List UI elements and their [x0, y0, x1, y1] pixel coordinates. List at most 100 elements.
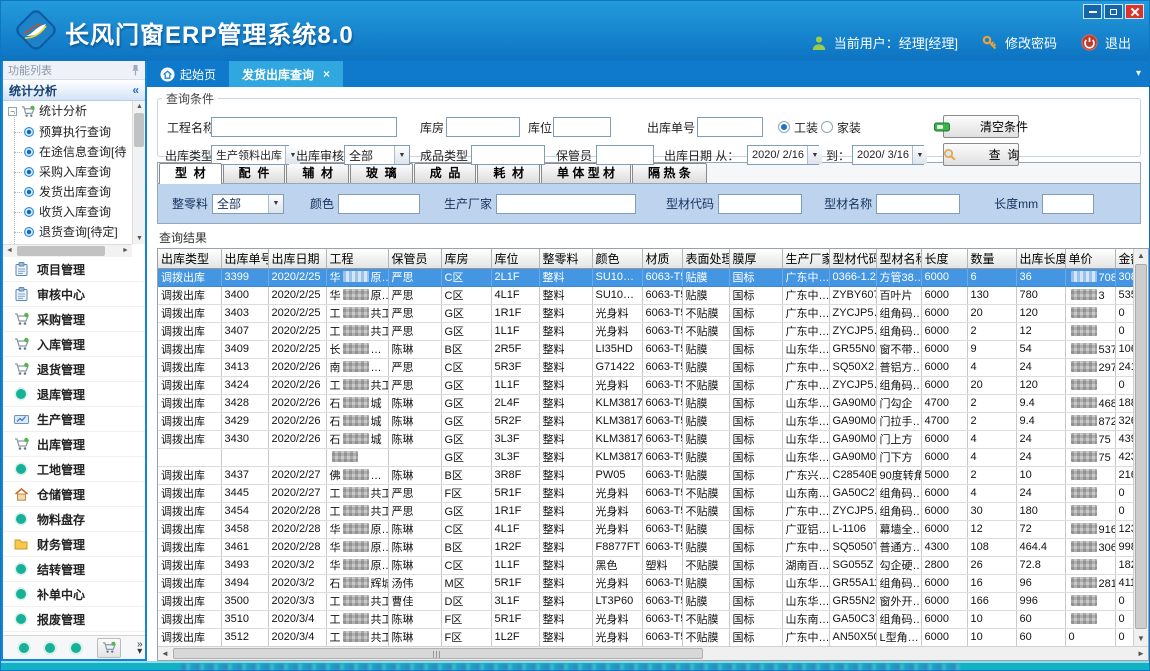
table-cell[interactable]: C区: [441, 520, 491, 538]
table-cell[interactable]: 光身料: [592, 610, 642, 628]
table-cell[interactable]: 国标: [729, 304, 782, 322]
table-cell[interactable]: 整料: [539, 592, 592, 610]
table-cell[interactable]: 门上方: [876, 430, 921, 448]
table-cell[interactable]: 2: [967, 466, 1016, 484]
table-cell[interactable]: [1065, 376, 1115, 394]
table-cell[interactable]: 贴膜: [682, 466, 729, 484]
table-cell[interactable]: 6063-T5: [642, 520, 682, 538]
table-cell[interactable]: 调拨出库: [158, 520, 221, 538]
table-cell[interactable]: KLM3817: [592, 448, 642, 466]
table-cell[interactable]: 整料: [539, 448, 592, 466]
table-cell[interactable]: 4L1F: [491, 286, 539, 304]
table-cell[interactable]: 6063-T5: [642, 484, 682, 502]
table-cell[interactable]: 6063-T5: [642, 538, 682, 556]
table-cell[interactable]: 贴膜: [682, 394, 729, 412]
table-cell[interactable]: 537: [1065, 340, 1115, 358]
column-header[interactable]: 单价: [1065, 249, 1115, 268]
profile-code-input[interactable]: [718, 194, 802, 214]
table-cell[interactable]: 708: [1065, 268, 1115, 286]
column-header[interactable]: 出库长度: [1016, 249, 1065, 268]
material-tab[interactable]: 配 件: [223, 163, 286, 183]
table-cell[interactable]: 2020/3/4: [268, 628, 326, 646]
table-cell[interactable]: GA90M07.: [829, 412, 876, 430]
table-cell[interactable]: 3L3F: [491, 448, 539, 466]
table-cell[interactable]: C区: [441, 268, 491, 286]
table-cell[interactable]: 山东南…: [782, 610, 829, 628]
table-cell[interactable]: 6000: [921, 340, 967, 358]
table-cell[interactable]: [1065, 556, 1115, 574]
table-cell[interactable]: 6063-T5: [642, 358, 682, 376]
table-cell[interactable]: [1065, 502, 1115, 520]
table-row[interactable]: 调拨出库34282020/2/26石城陈琳G区2L4F整料KLM38176063…: [158, 394, 1141, 412]
scroll-right-icon[interactable]: ►: [1134, 647, 1148, 660]
table-cell[interactable]: 36: [1016, 268, 1065, 286]
table-cell[interactable]: 6063-T5: [642, 340, 682, 358]
table-cell[interactable]: 调拨出库: [158, 574, 221, 592]
table-cell[interactable]: 1L1F: [491, 556, 539, 574]
table-cell[interactable]: 华原…: [326, 268, 388, 286]
table-cell[interactable]: KLM3817: [592, 430, 642, 448]
table-cell[interactable]: 2020/3/2: [268, 574, 326, 592]
table-cell[interactable]: 山东华…: [782, 592, 829, 610]
column-header[interactable]: 型材名称: [876, 249, 921, 268]
table-cell[interactable]: 国标: [729, 484, 782, 502]
table-cell[interactable]: 20: [967, 376, 1016, 394]
table-cell[interactable]: 国标: [729, 628, 782, 646]
table-cell[interactable]: 整料: [539, 322, 592, 340]
table-cell[interactable]: 24: [1016, 484, 1065, 502]
table-cell[interactable]: 12: [1016, 322, 1065, 340]
table-row[interactable]: 调拨出库35102020/3/4工共工程陈琳F区5R1F整料光身料6063-T5…: [158, 610, 1141, 628]
table-cell[interactable]: 国标: [729, 268, 782, 286]
material-tab[interactable]: 玻 璃: [350, 163, 413, 183]
table-cell[interactable]: 调拨出库: [158, 268, 221, 286]
sidebar-menu-item[interactable]: 采购管理: [3, 307, 145, 332]
table-cell[interactable]: 严思: [388, 358, 441, 376]
table-cell[interactable]: 6000: [921, 376, 967, 394]
table-cell[interactable]: 6000: [921, 286, 967, 304]
table-cell[interactable]: [1065, 304, 1115, 322]
table-cell[interactable]: 陈琳: [388, 520, 441, 538]
table-cell[interactable]: SU10…: [592, 286, 642, 304]
table-cell[interactable]: G区: [441, 502, 491, 520]
table-cell[interactable]: 0366-1.2: [829, 268, 876, 286]
table-cell[interactable]: 6000: [921, 628, 967, 646]
table-row[interactable]: 调拨出库34932020/3/2华原…陈琳C区1L1F整料黑色塑料不贴膜国标湖南…: [158, 556, 1141, 574]
table-cell[interactable]: 2020/2/25: [268, 340, 326, 358]
table-cell[interactable]: 贴膜: [682, 340, 729, 358]
table-cell[interactable]: 严思: [388, 376, 441, 394]
table-cell[interactable]: 10: [1016, 466, 1065, 484]
table-cell[interactable]: 10: [967, 610, 1016, 628]
table-cell[interactable]: 幕墙全…: [876, 520, 921, 538]
table-cell[interactable]: 0: [1065, 628, 1115, 646]
table-cell[interactable]: 3500: [221, 592, 268, 610]
table-cell[interactable]: 不贴膜: [682, 322, 729, 340]
table-cell[interactable]: 2020/2/25: [268, 286, 326, 304]
table-cell[interactable]: 3461: [221, 538, 268, 556]
table-cell[interactable]: 4: [967, 358, 1016, 376]
table-cell[interactable]: 4700: [921, 394, 967, 412]
table-cell[interactable]: C区: [441, 358, 491, 376]
table-cell[interactable]: 陈琳: [388, 610, 441, 628]
table-cell[interactable]: 严思: [388, 484, 441, 502]
table-cell[interactable]: [388, 448, 441, 466]
scroll-thumb[interactable]: [173, 648, 703, 659]
table-cell[interactable]: 6000: [921, 610, 967, 628]
column-header[interactable]: 材质: [642, 249, 682, 268]
table-cell[interactable]: ZYBY607: [829, 286, 876, 304]
table-cell[interactable]: 石城: [326, 394, 388, 412]
table-cell[interactable]: 工共工程: [326, 610, 388, 628]
tree-item[interactable]: 预算执行查询: [3, 122, 132, 142]
piece-select[interactable]: 全部: [212, 194, 284, 214]
table-row[interactable]: 调拨出库34032020/2/25工共工程严思G区1R1F整料光身料6063-T…: [158, 304, 1141, 322]
table-cell[interactable]: 广东中…: [782, 268, 829, 286]
module-dot-icon[interactable]: [71, 643, 81, 653]
table-cell[interactable]: 4700: [921, 412, 967, 430]
table-cell[interactable]: 6000: [921, 448, 967, 466]
table-cell[interactable]: 黑色: [592, 556, 642, 574]
product-type-input[interactable]: [471, 145, 545, 165]
table-cell[interactable]: 广东中…: [782, 358, 829, 376]
table-cell[interactable]: 调拨出库: [158, 466, 221, 484]
table-cell[interactable]: F区: [441, 484, 491, 502]
table-cell[interactable]: 2: [967, 394, 1016, 412]
table-cell[interactable]: 整料: [539, 628, 592, 646]
